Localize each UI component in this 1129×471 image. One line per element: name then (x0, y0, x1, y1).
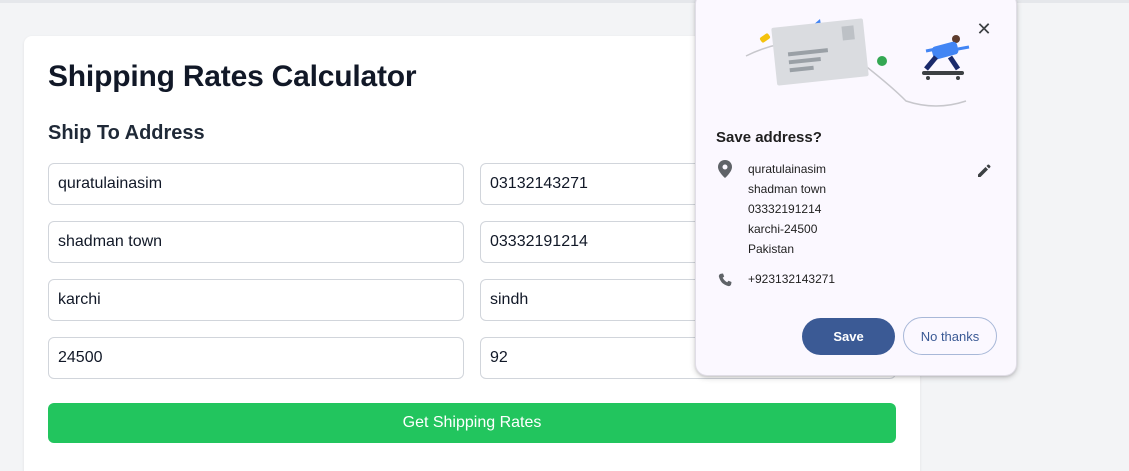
saved-address-lines: quratulainasim shadman town 03332191214 … (748, 159, 826, 259)
close-icon[interactable]: ✕ (974, 19, 994, 39)
saved-phone: +923132143271 (748, 272, 836, 286)
address-illustration (745, 18, 970, 107)
page-title: Shipping Rates Calculator (48, 60, 417, 93)
name-field[interactable] (48, 163, 464, 205)
get-shipping-rates-button[interactable]: Get Shipping Rates (48, 403, 896, 443)
address-line: quratulainasim (748, 162, 827, 176)
address-line: karchi-24500 (748, 222, 818, 236)
address-line: shadman town (748, 182, 827, 196)
edit-pencil-icon[interactable] (976, 163, 992, 179)
section-title: Ship To Address (48, 122, 205, 144)
phone-icon (718, 273, 732, 287)
no-thanks-button[interactable]: No thanks (903, 317, 997, 355)
save-address-popup: ✕ Save address? quratulainasim shadman t… (695, 0, 1017, 376)
popup-title: Save address? (716, 129, 822, 146)
location-pin-icon (718, 160, 732, 178)
postal-code-field[interactable] (48, 337, 464, 379)
save-address-button[interactable]: Save (802, 318, 895, 355)
address-line: Pakistan (748, 242, 795, 256)
address-line: 03332191214 (748, 202, 822, 216)
street-field[interactable] (48, 221, 464, 263)
city-field[interactable] (48, 279, 464, 321)
